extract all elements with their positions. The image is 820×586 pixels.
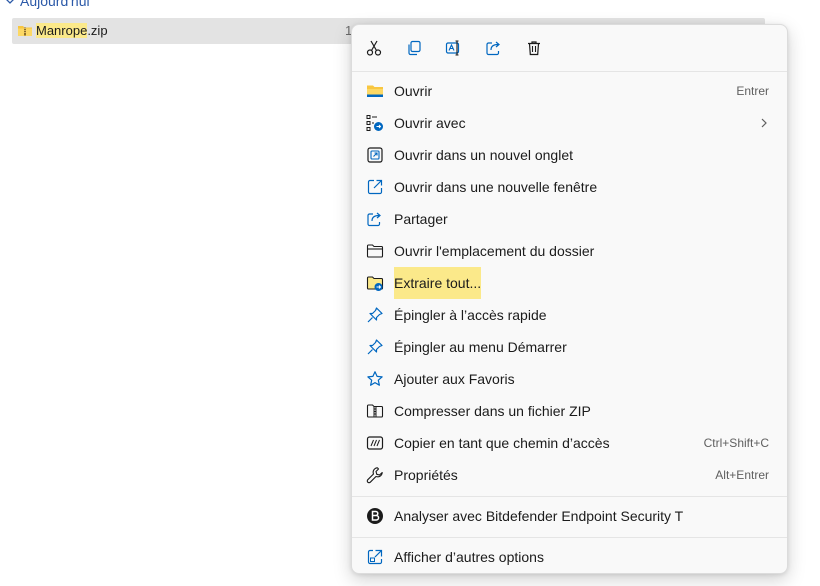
wrench-icon — [366, 467, 383, 484]
file-name-highlighted: Manrope — [36, 23, 88, 38]
context-menu: Ouvrir Entrer Ouvrir avec Ouvrir dans un… — [351, 24, 788, 574]
delete-button[interactable] — [514, 33, 554, 63]
menu-item-open-new-tab[interactable]: Ouvrir dans un nouvel onglet — [356, 139, 783, 171]
chevron-right-icon — [761, 118, 767, 128]
menu-item-label: Ouvrir avec — [394, 115, 466, 131]
cut-button[interactable] — [354, 33, 394, 63]
menu-item-label: Compresser dans un fichier ZIP — [394, 403, 591, 419]
new-tab-icon — [367, 147, 383, 163]
menu-item-label: Ouvrir dans un nouvel onglet — [394, 147, 573, 163]
new-window-icon — [367, 179, 383, 195]
open-with-icon — [366, 115, 383, 131]
menu-item-label: Ouvrir — [394, 83, 433, 99]
menu-item-shortcut: Ctrl+Shift+C — [703, 436, 769, 450]
bitdefender-icon — [367, 508, 383, 524]
menu-item-bitdefender[interactable]: Analyser avec Bitdefender Endpoint Secur… — [356, 500, 783, 532]
menu-item-label: Ouvrir dans une nouvelle fenêtre — [394, 179, 598, 195]
menu-item-label: Extraire tout... — [394, 267, 482, 299]
folder-open-icon — [367, 85, 383, 97]
menu-item-more-options[interactable]: Afficher d’autres options — [356, 541, 783, 573]
menu-item-add-favorites[interactable]: Ajouter aux Favoris — [356, 363, 783, 395]
menu-item-label: Épingler au menu Démarrer — [394, 339, 567, 355]
menu-item-extract-all[interactable]: Extraire tout... — [356, 267, 783, 299]
file-extension: .zip — [87, 23, 108, 38]
menu-item-label: Ajouter aux Favoris — [394, 371, 515, 387]
copy-path-icon — [366, 436, 384, 450]
menu-item-pin-start[interactable]: Épingler au menu Démarrer — [356, 331, 783, 363]
share-icon — [367, 212, 381, 227]
zip-icon — [366, 404, 384, 418]
group-header-label: Aujourd'hui — [20, 0, 90, 9]
rename-button[interactable] — [434, 33, 474, 63]
menu-item-shortcut: Alt+Entrer — [715, 468, 769, 482]
folder-outline-icon — [366, 244, 384, 258]
copy-button[interactable] — [394, 33, 434, 63]
trash-icon — [528, 41, 540, 56]
pin-icon — [367, 339, 383, 355]
menu-item-label: Épingler à l’accès rapide — [394, 307, 547, 323]
file-name[interactable]: Manrope.zip — [36, 23, 108, 39]
share-button[interactable] — [474, 33, 514, 63]
menu-item-pin-quick-access[interactable]: Épingler à l’accès rapide — [356, 299, 783, 331]
scissors-icon — [366, 40, 382, 56]
menu-separator — [352, 496, 787, 497]
star-icon — [367, 371, 383, 386]
quick-actions-bar — [354, 33, 554, 63]
rename-icon — [445, 40, 460, 56]
menu-item-copy-path[interactable]: Copier en tant que chemin d’accès Ctrl+S… — [356, 427, 783, 459]
extract-folder-icon — [366, 276, 384, 291]
menu-separator — [352, 71, 787, 72]
menu-separator — [352, 537, 787, 538]
chevron-down-icon — [6, 0, 14, 4]
menu-item-label: Copier en tant que chemin d’accès — [394, 435, 610, 451]
menu-item-label: Ouvrir l'emplacement du dossier — [394, 243, 595, 259]
menu-item-open-location[interactable]: Ouvrir l'emplacement du dossier — [356, 235, 783, 267]
menu-item-share[interactable]: Partager — [356, 203, 783, 235]
zip-folder-icon — [18, 26, 32, 36]
menu-item-label: Propriétés — [394, 467, 458, 483]
menu-item-label: Analyser avec Bitdefender Endpoint Secur… — [394, 508, 684, 524]
menu-item-open-new-window[interactable]: Ouvrir dans une nouvelle fenêtre — [356, 171, 783, 203]
menu-item-open[interactable]: Ouvrir Entrer — [356, 75, 783, 107]
group-header-today[interactable]: Aujourd'hui — [4, 0, 90, 10]
menu-item-label: Afficher d’autres options — [394, 549, 544, 565]
menu-item-shortcut: Entrer — [736, 84, 769, 98]
menu-item-label: Partager — [394, 211, 448, 227]
share-icon — [486, 41, 500, 56]
menu-item-open-with[interactable]: Ouvrir avec — [356, 107, 783, 139]
pin-icon — [367, 307, 383, 323]
copy-icon — [408, 40, 421, 56]
menu-item-compress-zip[interactable]: Compresser dans un fichier ZIP — [356, 395, 783, 427]
menu-item-properties[interactable]: Propriétés Alt+Entrer — [356, 459, 783, 491]
more-options-icon — [367, 549, 383, 565]
